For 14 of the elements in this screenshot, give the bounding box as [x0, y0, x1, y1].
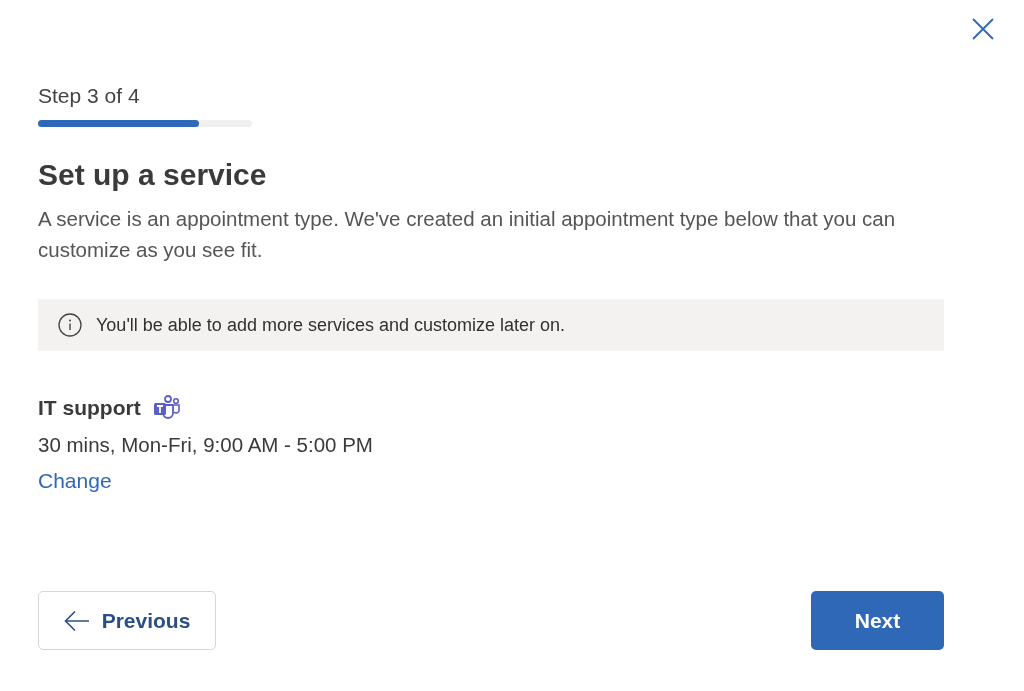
- previous-button[interactable]: Previous: [38, 591, 216, 650]
- dialog-title: Set up a service: [38, 157, 268, 193]
- next-button[interactable]: Next: [811, 591, 944, 650]
- close-button[interactable]: [972, 18, 994, 40]
- service-name: IT support: [38, 396, 141, 420]
- change-link[interactable]: Change: [38, 469, 112, 493]
- teams-icon: [152, 395, 181, 421]
- arrow-left-icon: [63, 609, 90, 632]
- info-text: You'll be able to add more services and customize later on.: [96, 314, 566, 336]
- step-label: Step 3 of 4: [38, 84, 141, 108]
- description-text: A service is an appointment type. We've created an initial appointment type below that you can customize as you see fit.: [38, 206, 897, 263]
- close-icon: [972, 18, 994, 40]
- service-details: 30 mins, Mon-Fri, 9:00 AM - 5:00 PM: [38, 433, 374, 457]
- info-icon: [58, 313, 82, 337]
